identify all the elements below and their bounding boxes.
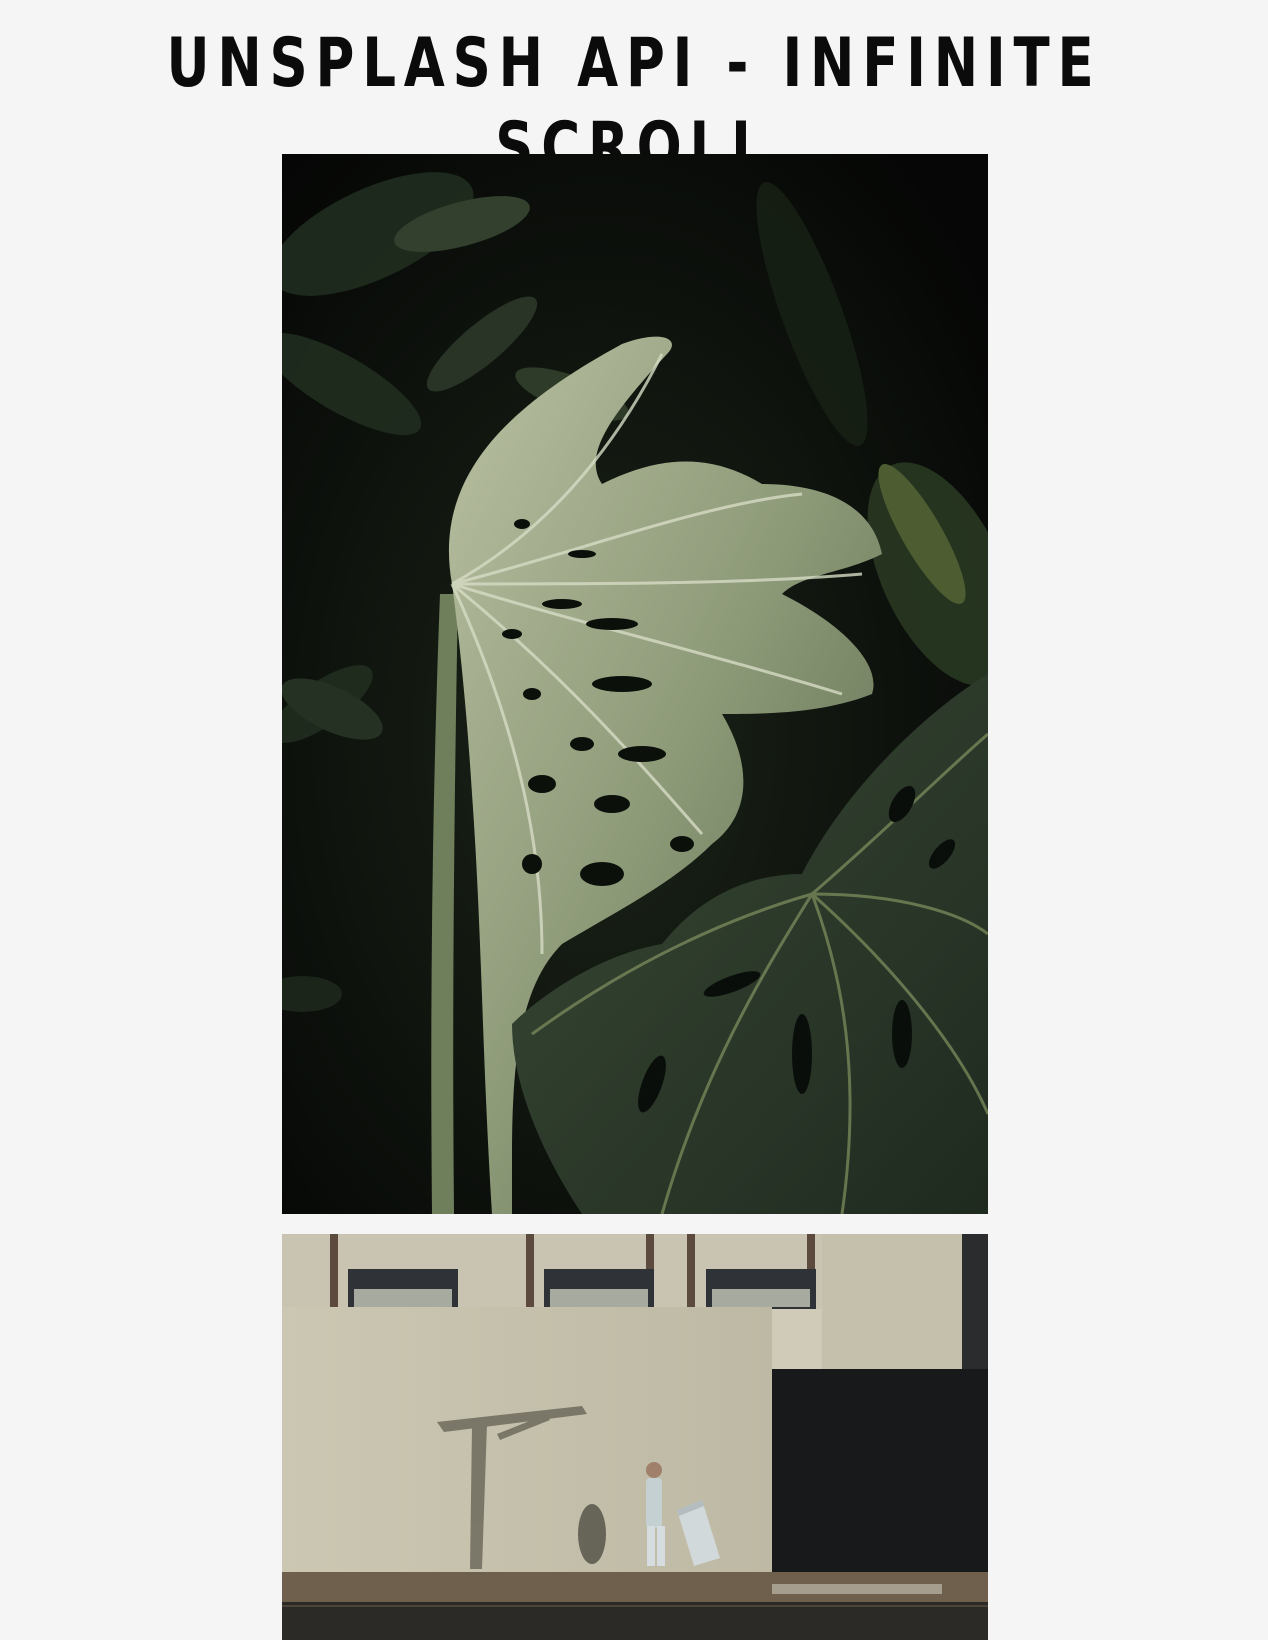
- photo-street-image: [282, 1234, 988, 1640]
- gallery-photo-monstera-leaves[interactable]: [282, 154, 988, 1214]
- gallery-photo-man-walking-by-wall[interactable]: [282, 1234, 988, 1640]
- photo-monstera-image: [282, 154, 988, 1214]
